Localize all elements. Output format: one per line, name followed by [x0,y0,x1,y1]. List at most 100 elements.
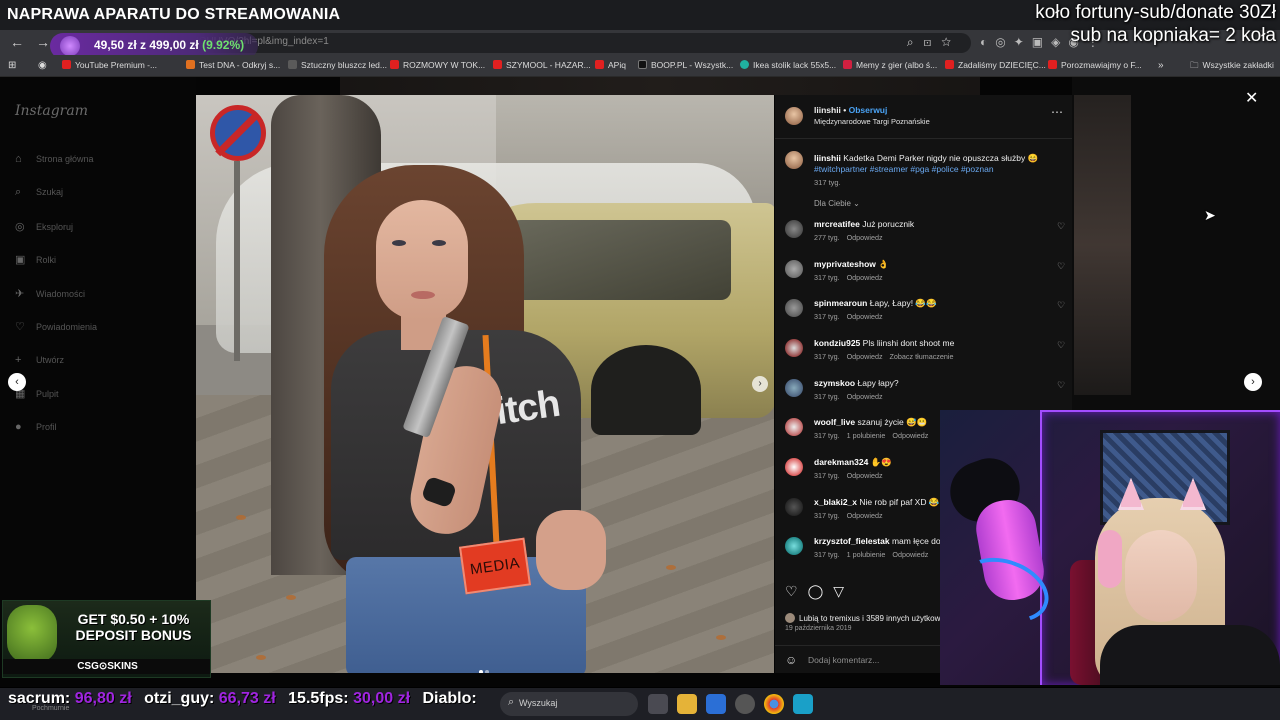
bookmark-9[interactable]: Zadaliśmy DZIECIĘC... [945,60,1046,70]
post-location[interactable]: Międzynarodowe Targi Poznańskie [814,117,930,126]
caption-text: Kadetka Demi Parker nigdy nie opuszcza s… [843,153,1039,163]
taskbar-search-input[interactable]: Wyszukaj [519,698,557,708]
instagram-logo[interactable]: Instagram [15,103,88,119]
avatar[interactable] [785,379,803,397]
sidebar-item-label: Eksploruj [36,222,74,232]
sidebar-item-reels[interactable]: ▣ Rolki [15,253,56,266]
avatar[interactable] [785,220,803,238]
post-photo[interactable]: itch MEDIA › [196,95,774,673]
avatar[interactable] [785,418,803,436]
like-comment-heart-icon[interactable]: ♡ [1057,300,1065,311]
photo-leaf [236,515,246,520]
like-comment-heart-icon[interactable]: ♡ [1057,380,1065,391]
comment-username[interactable]: spinmearoun [814,298,867,308]
apps-grid-icon[interactable]: ⊞ [8,60,16,71]
sidebar-item-create[interactable]: + Utwórz [15,354,64,366]
avatar[interactable] [785,458,803,476]
more-options-icon[interactable]: ⋯ [1051,105,1063,119]
sidebar-item-notifications[interactable]: ♡ Powiadomienia [15,320,97,333]
comment-likes[interactable]: 1 polubienie [847,431,886,440]
bookmark-star-icon[interactable]: ☆ [941,35,961,49]
sidebar-item-search[interactable]: ⌕ Szukaj [15,186,63,199]
notepad-icon[interactable] [793,694,813,714]
reply-button[interactable]: Odpowiedz [892,550,928,559]
comment-bubble-icon[interactable]: ◯ [808,583,824,599]
bookmark-5[interactable]: APiq [595,60,626,70]
extension-icon[interactable]: ◐ [980,35,995,49]
comment-username[interactable]: darekman324 [814,457,868,467]
bookmark-2[interactable]: Sztuczny bluszcz led... [288,60,387,70]
avatar[interactable] [785,498,803,516]
author-username[interactable]: liinshii [814,105,841,115]
bookmark-7[interactable]: Ikea stolik lack 55x5... [740,60,836,70]
avatar[interactable] [785,537,803,555]
avatar[interactable] [785,151,803,169]
reply-button[interactable]: Odpowiedz [847,511,883,520]
sidebar-item-home[interactable]: ⌂ Strona główna [15,153,94,165]
see-translation-link[interactable]: Zobacz tłumaczenie [890,352,954,361]
close-icon[interactable]: ✕ [1245,88,1258,108]
bookmark-6[interactable]: BOOP.PL - Wszystk... [638,60,733,70]
extension-icon[interactable]: ✦ [1014,35,1032,49]
follow-button[interactable]: Obserwuj [849,105,888,115]
bookmark-3[interactable]: ROZMOWY W TOK... [390,60,485,70]
like-comment-heart-icon[interactable]: ♡ [1057,221,1065,232]
app-icon[interactable] [735,694,755,714]
comment-username[interactable]: krzysztof_fielestak [814,536,890,546]
all-bookmarks[interactable]: 🗀 Wszystkie zakładki [1190,60,1274,74]
comment-likes[interactable]: 1 polubienie [847,550,886,559]
chrome-icon[interactable]: ◉ [38,60,47,71]
like-comment-heart-icon[interactable]: ♡ [1057,340,1065,351]
task-view-icon[interactable] [648,694,668,714]
emoji-smiley-icon[interactable]: ☺ [785,653,797,667]
comment-sort-dropdown[interactable]: Dla Ciebie ⌄ [814,199,860,208]
file-explorer-icon[interactable] [677,694,697,714]
bookmark-0[interactable]: YouTube Premium -... [62,60,157,70]
sidebar-item-label: Strona główna [36,154,94,164]
caption-hashtags[interactable]: #twitchpartner #streamer #pga #police #p… [814,164,994,174]
reply-button[interactable]: Odpowiedz [847,312,883,321]
install-icon[interactable]: ⊡ [924,35,942,49]
avatar[interactable] [785,299,803,317]
comment-username[interactable]: x_blaki2_x [814,497,857,507]
more-bookmarks-chevron-icon[interactable]: » [1158,60,1164,71]
share-send-icon[interactable]: ▽ [833,583,844,599]
zoom-icon[interactable]: ⌕ [907,35,924,49]
comment-username[interactable]: szymskoo [814,378,855,388]
like-comment-heart-icon[interactable]: ♡ [1057,261,1065,272]
add-comment-input[interactable]: Dodaj komentarz... [808,655,879,665]
taskbar-search[interactable]: ⌕ Wyszukaj [500,692,638,716]
bookmark-1[interactable]: Test DNA - Odkryj s... [186,60,280,70]
comment-username[interactable]: kondziu925 [814,338,860,348]
comment-username[interactable]: myprivateshow [814,259,876,269]
reply-button[interactable]: Odpowiedz [847,273,883,282]
reply-button[interactable]: Odpowiedz [847,233,883,242]
sponsor-ad-banner[interactable]: GET $0.50 + 10% DEPOSIT BONUS CSG⊙SKINS [2,600,211,678]
forward-arrow-icon[interactable]: → [36,34,50,50]
likes-summary[interactable]: Lubią to tremixus i 3589 innych użytkown… [785,613,961,623]
avatar[interactable] [785,107,803,125]
store-icon[interactable] [706,694,726,714]
comment-username[interactable]: woolf_live [814,417,855,427]
reply-button[interactable]: Odpowiedz [892,431,928,440]
avatar[interactable] [785,339,803,357]
previous-post-chevron-icon[interactable]: ‹ [8,373,26,391]
sidebar-item-messages[interactable]: ✈ Wiadomości [15,287,85,300]
avatar[interactable] [785,260,803,278]
reply-button[interactable]: Odpowiedz [847,352,883,361]
like-heart-icon[interactable]: ♡ [785,583,798,599]
back-arrow-icon[interactable]: ← [10,34,24,50]
sidebar-item-explore[interactable]: ◎ Eksploruj [15,220,73,233]
extension-icon[interactable]: ◎ [995,35,1013,49]
bookmark-4[interactable]: SZYMOOL - HAZAR... [493,60,591,70]
chrome-icon[interactable] [764,694,784,714]
sidebar-item-profile[interactable]: ● Profil [15,421,57,433]
comment-username[interactable]: mrcreatifee [814,219,860,229]
carousel-next-icon[interactable]: › [752,376,768,392]
next-post-chevron-icon[interactable]: › [1244,373,1262,391]
bookmark-8[interactable]: Memy z gier (albo ś... [843,60,937,70]
reply-button[interactable]: Odpowiedz [847,392,883,401]
caption-username[interactable]: liinshii [814,153,841,163]
reply-button[interactable]: Odpowiedz [847,471,883,480]
bookmark-10[interactable]: Porozmawiajmy o F... [1048,60,1142,70]
